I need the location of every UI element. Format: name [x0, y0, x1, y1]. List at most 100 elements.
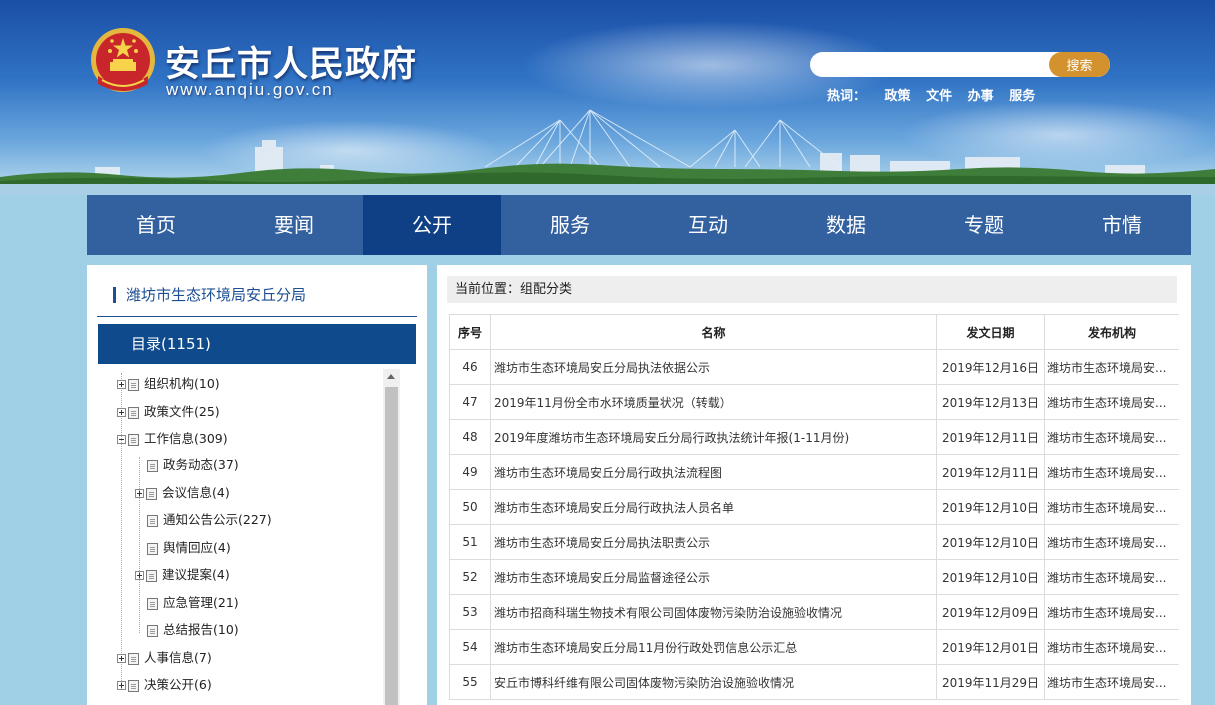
publishing-org: 潍坊市生态环境局安...: [1044, 384, 1179, 420]
table-row[interactable]: 48 2019年度潍坊市生态环境局安丘分局行政执法统计年报(1-11月份) 2019…: [449, 419, 1179, 455]
tree-plus-icon[interactable]: [117, 380, 126, 389]
tree-item[interactable]: 总结报告(10): [147, 622, 239, 638]
tree-item[interactable]: 应急管理(21): [147, 595, 239, 611]
tree-item[interactable]: 人事信息(7): [117, 650, 212, 666]
publishing-org: 潍坊市生态环境局安...: [1044, 594, 1179, 630]
document-icon: [128, 679, 139, 692]
document-table-wrapper: 序号 名称 发文日期 发布机构 46 潍坊市生态环境局安丘分局执法依据公示 2019…: [449, 314, 1179, 705]
tree-item[interactable]: 组织机构(10): [117, 376, 220, 392]
nav-item-topics[interactable]: 专题: [915, 195, 1053, 255]
table-row[interactable]: 50 潍坊市生态环境局安丘分局行政执法人员名单 2019年12月10日 潍坊市生态环境…: [449, 489, 1179, 525]
nav-item-news[interactable]: 要闻: [225, 195, 363, 255]
document-title-link[interactable]: 潍坊市生态环境局安丘分局行政执法人员名单: [490, 489, 937, 525]
document-icon: [128, 406, 139, 419]
catalog-tree: 组织机构(10) 政策文件(25) 工作信息(309) 政务动态(37) 会议信…: [117, 371, 387, 705]
document-icon: [146, 487, 157, 500]
document-icon: [147, 597, 158, 610]
row-number: 54: [449, 629, 491, 665]
nav-item-home[interactable]: 首页: [87, 195, 225, 255]
tree-item-label[interactable]: 组织机构(10): [144, 376, 220, 391]
tree-item-label[interactable]: 会议信息(4): [162, 485, 230, 500]
table-row[interactable]: 49 潍坊市生态环境局安丘分局行政执法流程图 2019年12月11日 潍坊市生态环境局…: [449, 454, 1179, 490]
table-row[interactable]: 55 安丘市博科纤维有限公司固体废物污染防治设施验收情况 2019年11月29日 潍坊…: [449, 664, 1179, 700]
tree-plus-icon[interactable]: [117, 681, 126, 690]
document-title-link[interactable]: 潍坊市生态环境局安丘分局执法依据公示: [490, 349, 937, 385]
tree-item[interactable]: 工作信息(309): [117, 431, 228, 447]
tree-item-label[interactable]: 舆情回应(4): [163, 540, 231, 555]
tree-plus-icon[interactable]: [117, 654, 126, 663]
breadcrumb: 当前位置：组配分类: [447, 276, 1177, 303]
hotword-link[interactable]: 办事: [968, 85, 994, 104]
hotword-link[interactable]: 文件: [926, 85, 952, 104]
table-row[interactable]: 46 潍坊市生态环境局安丘分局执法依据公示 2019年12月16日 潍坊市生态环境局安…: [449, 349, 1179, 385]
document-title-link[interactable]: 潍坊市生态环境局安丘分局监督途径公示: [490, 559, 937, 595]
table-row[interactable]: 51 潍坊市生态环境局安丘分局执法职责公示 2019年12月10日 潍坊市生态环境局安…: [449, 524, 1179, 560]
publishing-org: 潍坊市生态环境局安...: [1044, 629, 1179, 665]
tree-item-label[interactable]: 决策公开(6): [144, 677, 212, 692]
tree-connector: [139, 457, 140, 633]
tree-item[interactable]: 会议信息(4): [135, 485, 230, 501]
tree-plus-icon[interactable]: [135, 489, 144, 498]
tree-item-label[interactable]: 建议提案(4): [162, 567, 230, 582]
search-box: 搜索: [810, 52, 1110, 77]
header-banner: 安丘市人民政府 www.anqiu.gov.cn 搜索 热词： 政策 文件 办事…: [0, 0, 1215, 195]
tree-item[interactable]: 通知公告公示(227): [147, 512, 272, 528]
divider: [97, 316, 417, 317]
publishing-org: 潍坊市生态环境局安...: [1044, 419, 1179, 455]
search-button[interactable]: 搜索: [1049, 52, 1110, 77]
hotword-link[interactable]: 政策: [885, 85, 911, 104]
document-title-link[interactable]: 潍坊市生态环境局安丘分局11月份行政处罚信息公示汇总: [490, 629, 937, 665]
scrollbar-thumb[interactable]: [385, 387, 398, 705]
table-row[interactable]: 47 2019年11月份全市水环境质量状况（转载） 2019年12月13日 潍坊市生态…: [449, 384, 1179, 420]
publishing-org: 潍坊市生态环境局安...: [1044, 559, 1179, 595]
column-header-no: 序号: [449, 314, 491, 350]
publishing-org: 潍坊市生态环境局安...: [1044, 524, 1179, 560]
search-input[interactable]: [810, 52, 1050, 77]
nav-item-data[interactable]: 数据: [777, 195, 915, 255]
table-row[interactable]: 52 潍坊市生态环境局安丘分局监督途径公示 2019年12月10日 潍坊市生态环境局安…: [449, 559, 1179, 595]
document-title-link[interactable]: 潍坊市招商科瑞生物技术有限公司固体废物污染防治设施验收情况: [490, 594, 937, 630]
tree-item[interactable]: 政策文件(25): [117, 404, 220, 420]
publish-date: 2019年12月10日: [936, 524, 1045, 560]
tree-item-label[interactable]: 人事信息(7): [144, 650, 212, 665]
publish-date: 2019年12月13日: [936, 384, 1045, 420]
document-title-link[interactable]: 2019年11月份全市水环境质量状况（转载）: [490, 384, 937, 420]
national-emblem-icon: [91, 28, 155, 92]
document-icon: [147, 514, 158, 527]
document-icon: [128, 433, 139, 446]
tree-item-label[interactable]: 政策文件(25): [144, 404, 220, 419]
tree-plus-icon[interactable]: [117, 408, 126, 417]
document-icon: [128, 652, 139, 665]
document-title-link[interactable]: 潍坊市生态环境局安丘分局行政执法流程图: [490, 454, 937, 490]
tree-item[interactable]: 决策公开(6): [117, 677, 212, 693]
row-number: 55: [449, 664, 491, 700]
row-number: 46: [449, 349, 491, 385]
tree-item-label[interactable]: 总结报告(10): [163, 622, 239, 637]
scroll-up-arrow-icon[interactable]: [387, 374, 395, 379]
table-row[interactable]: 54 潍坊市生态环境局安丘分局11月份行政处罚信息公示汇总 2019年12月01日潍…: [449, 629, 1179, 665]
publish-date: 2019年12月16日: [936, 349, 1045, 385]
tree-item-label[interactable]: 通知公告公示(227): [163, 512, 272, 527]
tree-item[interactable]: 政务动态(37): [147, 457, 239, 473]
document-title-link[interactable]: 2019年度潍坊市生态环境局安丘分局行政执法统计年报(1-11月份): [490, 419, 937, 455]
tree-minus-icon[interactable]: [117, 435, 126, 444]
catalog-header[interactable]: 目录(1151): [98, 324, 416, 364]
nav-item-open[interactable]: 公开: [363, 195, 501, 255]
tree-scrollbar[interactable]: [383, 369, 400, 705]
hotwords-label: 热词：: [827, 89, 867, 104]
document-title-link[interactable]: 安丘市博科纤维有限公司固体废物污染防治设施验收情况: [490, 664, 937, 700]
tree-item-label[interactable]: 工作信息(309): [144, 431, 228, 446]
table-row[interactable]: 53 潍坊市招商科瑞生物技术有限公司固体废物污染防治设施验收情况 2019年12月0…: [449, 594, 1179, 630]
nav-item-service[interactable]: 服务: [501, 195, 639, 255]
tree-item-label[interactable]: 政务动态(37): [163, 457, 239, 472]
column-header-date: 发文日期: [936, 314, 1045, 350]
tree-item[interactable]: 舆情回应(4): [147, 540, 231, 556]
row-number: 53: [449, 594, 491, 630]
tree-item-label[interactable]: 应急管理(21): [163, 595, 239, 610]
tree-item[interactable]: 建议提案(4): [135, 567, 230, 583]
tree-plus-icon[interactable]: [135, 571, 144, 580]
nav-item-city-info[interactable]: 市情: [1053, 195, 1191, 255]
hotword-link[interactable]: 服务: [1009, 85, 1035, 104]
document-title-link[interactable]: 潍坊市生态环境局安丘分局执法职责公示: [490, 524, 937, 560]
nav-item-interaction[interactable]: 互动: [639, 195, 777, 255]
